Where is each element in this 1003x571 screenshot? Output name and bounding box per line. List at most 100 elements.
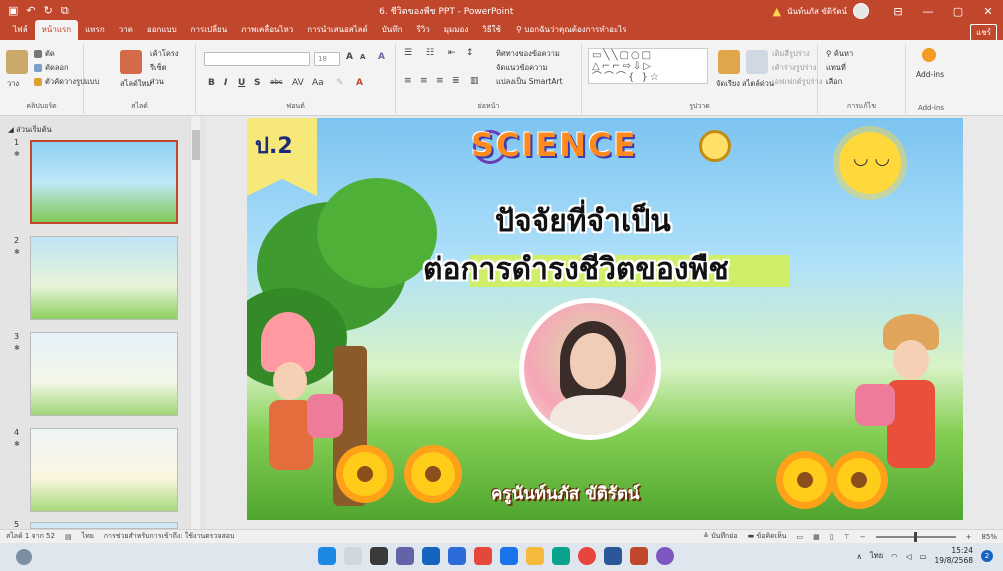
find-button[interactable]: ⚲ ค้นหา xyxy=(826,48,853,60)
search-icon[interactable] xyxy=(344,547,362,565)
tab-design[interactable]: ออกแบบ xyxy=(140,23,184,40)
tab-review[interactable]: รีวิว xyxy=(409,23,436,40)
addins-icon[interactable] xyxy=(922,48,936,62)
teams-icon[interactable] xyxy=(396,547,414,565)
minimize-icon[interactable]: — xyxy=(913,5,943,18)
tab-view[interactable]: มุมมอง xyxy=(437,23,476,40)
zoom-slider[interactable] xyxy=(875,531,956,542)
slide-sorter-icon[interactable]: ▦ xyxy=(813,533,820,541)
slideshow-view-icon[interactable]: ⊤ xyxy=(844,533,850,541)
font-size-dropdown[interactable]: 18 xyxy=(314,52,340,66)
browser-icon[interactable] xyxy=(656,547,674,565)
reading-view-icon[interactable]: ▯ xyxy=(830,533,834,541)
align-left-icon[interactable]: ≡ xyxy=(404,76,412,86)
maximize-icon[interactable]: ▢ xyxy=(943,5,973,18)
strikethrough-icon[interactable]: abc xyxy=(270,78,283,86)
edge-icon[interactable] xyxy=(552,547,570,565)
word-icon[interactable] xyxy=(604,547,622,565)
zoom-out-icon[interactable]: − xyxy=(860,533,866,541)
reset-button[interactable]: รีเซ็ต xyxy=(150,62,167,74)
grow-font-icon[interactable]: A xyxy=(346,52,353,62)
slide-thumbnail-3[interactable] xyxy=(30,332,178,416)
columns-icon[interactable]: ▥ xyxy=(470,76,479,86)
new-slide-button[interactable]: สไลด์ใหม่ xyxy=(120,78,151,90)
save-icon[interactable]: ▣ xyxy=(8,4,18,18)
normal-view-icon[interactable]: ▭ xyxy=(796,533,803,541)
slide-thumbnail-2[interactable] xyxy=(30,236,178,320)
shape-effects-button[interactable]: เอฟเฟกต์รูปร่าง xyxy=(772,76,822,88)
tab-draw[interactable]: วาด xyxy=(112,23,140,40)
addins-button[interactable]: Add-ins xyxy=(916,70,944,79)
new-slide-icon[interactable] xyxy=(120,50,142,74)
bullets-icon[interactable]: ☰ xyxy=(404,48,412,58)
replace-button[interactable]: แทนที่ xyxy=(826,62,846,74)
photos-icon[interactable] xyxy=(448,547,466,565)
chrome-icon[interactable] xyxy=(578,547,596,565)
notes-button[interactable]: ≙ บันทึกย่อ xyxy=(703,531,737,542)
comments-button[interactable]: ▬ ข้อคิดเห็น xyxy=(748,531,787,542)
layout-button[interactable]: เค้าโครง xyxy=(150,48,179,60)
shrink-font-icon[interactable]: A xyxy=(360,53,365,61)
shadow-icon[interactable]: S xyxy=(254,78,260,88)
office-icon[interactable] xyxy=(474,547,492,565)
tab-transitions[interactable]: การเปลี่ยน xyxy=(184,23,235,40)
clock[interactable]: 15:24 19/8/2568 xyxy=(935,546,973,566)
close-icon[interactable]: ✕ xyxy=(973,5,1003,18)
zoom-app-icon[interactable] xyxy=(422,547,440,565)
input-language[interactable]: ไทย xyxy=(870,550,883,562)
ribbon-display-icon[interactable]: ⊟ xyxy=(883,5,913,18)
avatar[interactable] xyxy=(853,3,869,19)
present-icon[interactable]: ⧉ xyxy=(61,4,69,18)
user-name[interactable]: นันท์นภัส ขัติรัตน์ xyxy=(787,5,847,18)
thumbnail-scrollbar[interactable] xyxy=(190,116,200,529)
shapes-gallery[interactable]: ▭╲╲▢○□ △⌐⌐⇨⇩▷ ⌒⌒⌒{ }☆ xyxy=(588,48,708,84)
notification-badge[interactable]: 2 xyxy=(981,550,993,562)
italic-icon[interactable]: I xyxy=(224,78,227,88)
bold-icon[interactable]: B xyxy=(208,78,215,88)
tab-file[interactable]: ไฟล์ xyxy=(6,23,35,40)
slide-thumbnail-4[interactable] xyxy=(30,428,178,512)
slide-1[interactable]: ป.2 SCIENCE ◡ ◡ ปัจจัยที่จำเป็น ต่อการดำ… xyxy=(247,118,963,520)
text-direction-button[interactable]: ทิศทางของข้อความ xyxy=(496,48,560,60)
quick-styles-icon[interactable] xyxy=(746,50,768,74)
battery-icon[interactable]: ▭ xyxy=(919,552,926,561)
tab-insert[interactable]: แทรก xyxy=(78,23,112,40)
zoom-in-icon[interactable]: + xyxy=(966,533,972,541)
section-button[interactable]: ส่วน xyxy=(150,76,164,88)
tab-help[interactable]: วิธีใช้ xyxy=(475,23,508,40)
zoom-level[interactable]: 85% xyxy=(981,533,997,541)
shape-fill-button[interactable]: เติมสีรูปร่าง xyxy=(772,48,810,60)
align-right-icon[interactable]: ≡ xyxy=(436,76,444,86)
copy-button[interactable]: คัดลอก xyxy=(34,62,69,74)
tab-record[interactable]: บันทึก xyxy=(375,23,410,40)
wifi-icon[interactable]: ◠ xyxy=(891,552,898,561)
proofing-icon[interactable]: ▤ xyxy=(65,533,72,541)
section-header[interactable]: ◢ ส่วนเริ่มต้น xyxy=(8,124,52,136)
start-icon[interactable] xyxy=(318,547,336,565)
font-name-dropdown[interactable] xyxy=(204,52,310,66)
shape-outline-button[interactable]: เค้าร่างรูปร่าง xyxy=(772,62,816,74)
justify-icon[interactable]: ≣ xyxy=(452,76,460,86)
clear-format-icon[interactable]: A xyxy=(378,52,385,62)
paste-button[interactable]: วาง xyxy=(7,78,19,90)
char-spacing-icon[interactable]: AV xyxy=(292,78,304,88)
tab-animations[interactable]: ภาพเคลื่อนไหว xyxy=(234,23,300,40)
arrange-icon[interactable] xyxy=(718,50,740,74)
undo-icon[interactable]: ↶ xyxy=(26,4,35,18)
quick-styles-button[interactable]: สไตล์ด่วน xyxy=(742,78,774,90)
align-text-button[interactable]: จัดแนวข้อความ xyxy=(496,62,547,74)
highlight-color-icon[interactable]: ✎ xyxy=(336,78,344,88)
line-spacing-icon[interactable]: ↕ xyxy=(466,48,474,58)
paste-icon[interactable] xyxy=(6,50,28,74)
tab-slideshow[interactable]: การนำเสนอสไลด์ xyxy=(300,23,375,40)
volume-icon[interactable]: ◁ xyxy=(906,552,912,561)
tell-me-search[interactable]: ⚲ บอกฉันว่าคุณต้องการทำอะไร xyxy=(508,23,635,40)
slide-thumbnail-5[interactable] xyxy=(30,522,178,529)
task-view-icon[interactable] xyxy=(370,547,388,565)
smartart-button[interactable]: แปลงเป็น SmartArt xyxy=(496,76,563,88)
warning-icon[interactable]: ▲ xyxy=(773,5,781,18)
numbering-icon[interactable]: ☷ xyxy=(426,48,434,58)
widgets-icon[interactable] xyxy=(16,549,32,565)
slide-thumbnail-1[interactable] xyxy=(30,140,178,224)
file-explorer-icon[interactable] xyxy=(526,547,544,565)
